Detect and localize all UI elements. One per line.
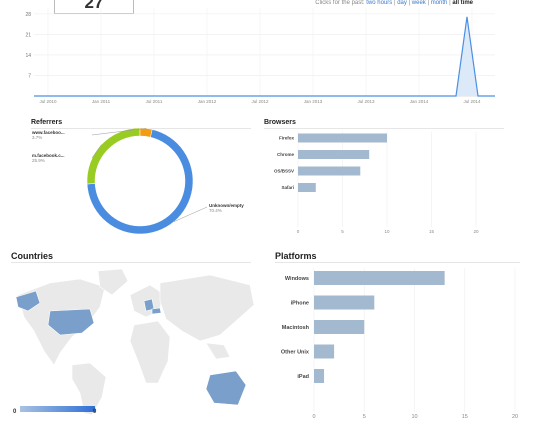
timeline-grid <box>34 8 495 97</box>
bar-chart-x-tick-label: 10 <box>384 229 390 234</box>
browsers-title: Browsers <box>264 119 296 126</box>
bar-category-label: iPad <box>297 374 309 380</box>
timeline-x-tick-label: Jan 2014 <box>410 99 429 104</box>
platforms-title: Platforms <box>275 251 317 261</box>
bar-category-label: Other Unix <box>281 349 310 355</box>
timeline-x-tick-label: Jul 2011 <box>146 99 163 104</box>
referrer-percent: 25.9% <box>32 158 45 163</box>
timeline-y-axis: 28 21 14 7 <box>25 12 31 80</box>
bar-category-label: iPhone <box>291 300 309 306</box>
referrers-donut-chart: Unknown/empty70.4%m.facebook.c...25.9%ww… <box>31 127 244 235</box>
countries-world-map <box>15 268 255 415</box>
bar-chart-x-tick-label: 20 <box>473 229 479 234</box>
bar-chart-x-tick-label: 10 <box>411 414 417 420</box>
countries-title: Countries <box>11 251 54 261</box>
bar-category-label: Chrome <box>277 152 294 157</box>
land-south-east-asia <box>205 342 231 360</box>
browsers-x-axis: 0 5 10 15 20 <box>297 229 479 234</box>
timeline-x-tick-label: Jul 2012 <box>251 99 269 104</box>
timeline-y-tick-label: 28 <box>25 12 31 18</box>
timeline-x-axis: Jul 2010 Jan 2011 Jul 2011 Jan 2012 Jul 2012… <box>39 99 481 104</box>
timeline-area <box>34 16 495 96</box>
browsers-grid <box>297 131 477 227</box>
country-usa <box>47 308 95 336</box>
bar-other-unix <box>314 344 335 359</box>
land-asia <box>159 274 255 342</box>
platforms-grid <box>313 268 516 412</box>
bar-firefox <box>298 133 387 143</box>
bar-ipad <box>314 369 325 383</box>
bar-os-bssv <box>298 166 361 176</box>
browsers-bar-chart: Firefox Chrome OS/BSSV Safari 0 5 10 15 20 <box>274 131 479 234</box>
referrers-donut <box>86 127 194 235</box>
bar-chart-x-tick-label: 0 <box>312 414 315 420</box>
bar-safari <box>298 183 316 192</box>
bar-category-label: OS/BSSV <box>274 169 294 174</box>
platforms-bar-chart: Windows iPhone Macintosh Other Unix iPad 0 5 1… <box>281 268 518 420</box>
timeline-y-tick-label: 21 <box>25 32 31 38</box>
timeline-x-tick-label: Jan 2012 <box>198 99 217 104</box>
timeline-x-tick-label: Jan 2011 <box>92 99 111 104</box>
referrers-labels: Unknown/empty70.4%m.facebook.c...25.9%ww… <box>31 128 244 222</box>
land-africa <box>129 320 171 384</box>
country-australia <box>205 370 247 406</box>
referrer-slice <box>139 127 153 138</box>
country-austria <box>151 307 162 315</box>
browsers-categories: Firefox Chrome OS/BSSV Safari <box>274 136 295 191</box>
timeline-x-tick-label: Jul 2013 <box>357 99 375 104</box>
platforms-x-axis: 0 5 10 15 20 <box>312 414 518 420</box>
platforms-bars <box>314 271 445 383</box>
bar-chart-x-tick-label: 5 <box>363 414 366 420</box>
bar-macintosh <box>314 320 365 334</box>
bar-iphone <box>314 295 375 310</box>
referrer-slice <box>86 127 141 185</box>
platforms-categories: Windows iPhone Macintosh Other Unix iPad <box>281 276 310 380</box>
timeline-y-tick-label: 7 <box>28 73 31 79</box>
referrer-percent: 70.4% <box>209 208 222 213</box>
bar-chart-x-tick-label: 15 <box>462 414 468 420</box>
bar-category-label: Safari <box>281 185 294 190</box>
countries-legend-max: 9 <box>93 409 97 415</box>
clicks-timeline-chart: 28 21 14 7 Jul 2010 Jan 2011 Jul 2011 Jan 2012… <box>25 8 495 104</box>
bar-category-label: Macintosh <box>282 325 310 331</box>
countries-divider <box>11 262 251 263</box>
bar-chrome <box>298 150 370 159</box>
countries-color-legend <box>20 406 95 412</box>
bar-chart-x-tick-label: 0 <box>297 229 300 234</box>
bar-category-label: Firefox <box>279 136 295 141</box>
referrer-percent: 3.7% <box>32 135 42 140</box>
timeline-line <box>34 16 495 97</box>
countries-legend-min: 0 <box>13 409 17 415</box>
bar-category-label: Windows <box>285 276 309 282</box>
bar-chart-x-tick-label: 15 <box>429 229 435 234</box>
bar-windows <box>314 271 445 285</box>
timeline-x-tick-label: Jul 2010 <box>39 99 57 104</box>
timeline-x-tick-label: Jul 2014 <box>463 99 481 104</box>
bar-chart-x-tick-label: 20 <box>512 414 518 420</box>
timeline-y-tick-label: 14 <box>25 53 31 59</box>
timeline-x-tick-label: Jan 2013 <box>304 99 323 104</box>
bar-chart-x-tick-label: 5 <box>341 229 344 234</box>
